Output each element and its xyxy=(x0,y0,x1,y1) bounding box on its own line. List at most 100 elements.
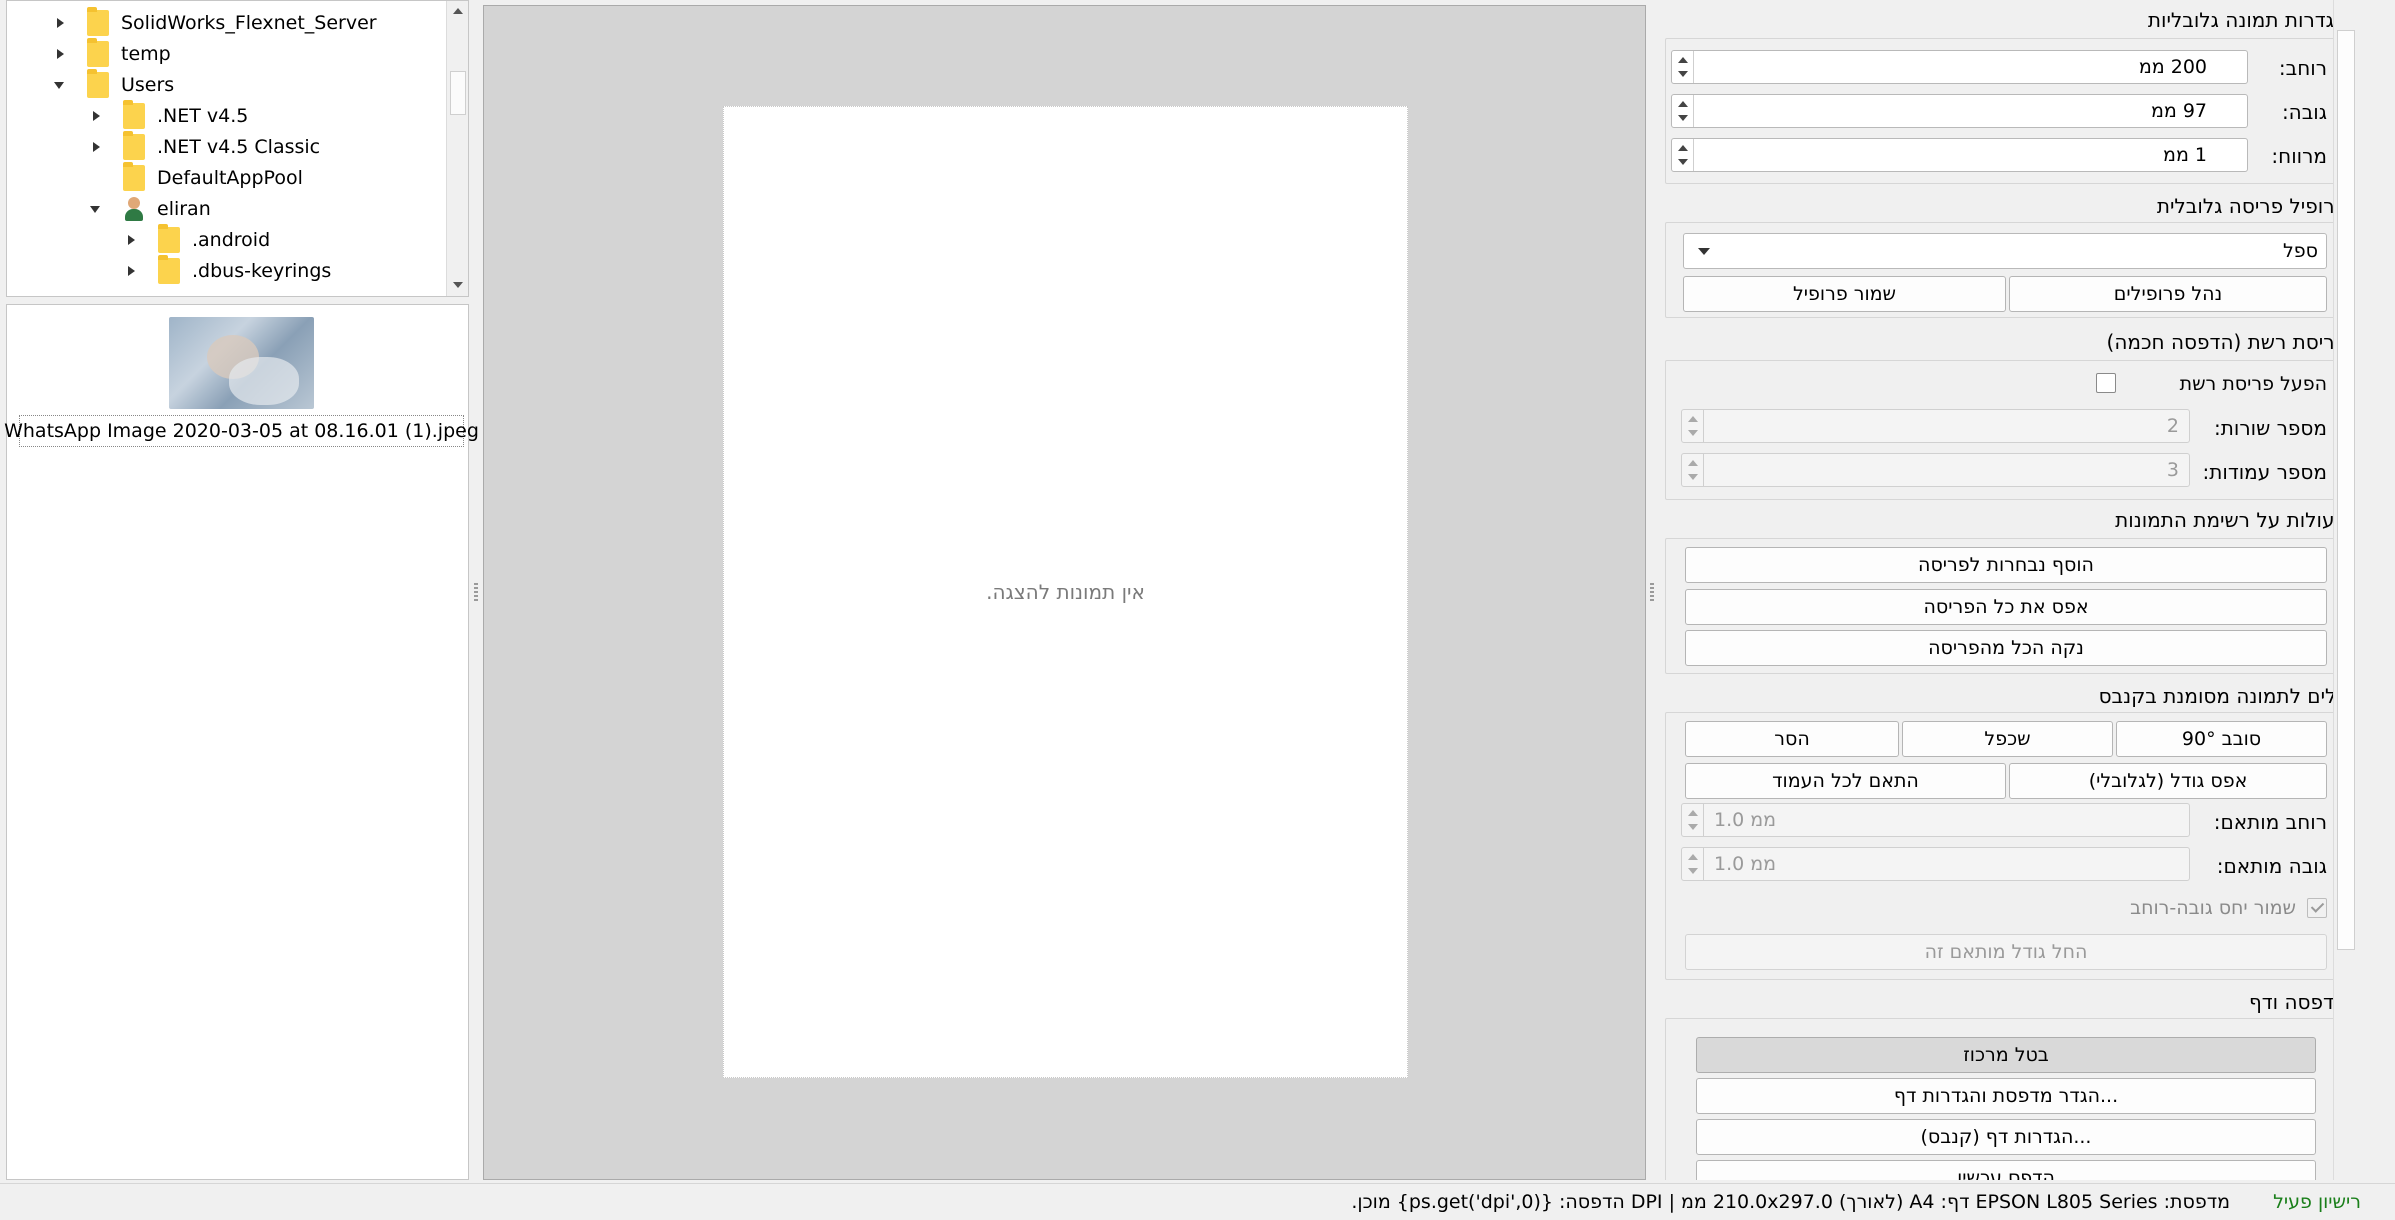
expand-arrow-icon[interactable] xyxy=(89,140,103,154)
cols-spinbox[interactable]: 3 xyxy=(1681,453,2190,487)
layout-canvas[interactable]: אין תמונות להצגה. xyxy=(483,5,1646,1180)
spin-arrows-icon[interactable] xyxy=(1672,51,1694,83)
rows-spinbox[interactable]: 2 xyxy=(1681,409,2190,443)
custom-height-label: גובה מותאם: xyxy=(2216,854,2327,878)
tree-item[interactable]: .NET v4.5 Classic xyxy=(89,130,321,162)
thumbnail-list[interactable]: WhatsApp Image 2020-03-05 at 08.16.01 (1… xyxy=(4,304,479,1180)
scroll-down-icon[interactable] xyxy=(447,274,468,296)
list-actions-title: פעולות על רשימת התמונות xyxy=(2115,508,2347,532)
panel-scrollbar[interactable] xyxy=(2333,0,2357,1180)
user-folder-icon xyxy=(123,196,145,222)
custom-width-value: 1.0 ממ xyxy=(1714,809,1777,831)
global-width-value: 200 ממ xyxy=(2138,56,2207,78)
print-now-button[interactable]: הדפס עכשיו xyxy=(1696,1160,2316,1180)
expand-arrow-icon[interactable] xyxy=(89,109,103,123)
reset-size-button[interactable]: אפס גודל (לגלובלי) xyxy=(2009,763,2327,799)
rotate-button[interactable]: סובב 90° xyxy=(2116,721,2327,757)
spin-arrows-icon[interactable] xyxy=(1672,95,1694,127)
tree-item-label: .NET v4.5 Classic xyxy=(157,135,321,158)
cols-value: 3 xyxy=(2166,459,2179,481)
remove-button[interactable]: הסר xyxy=(1685,721,1899,757)
collapse-arrow-icon[interactable] xyxy=(53,78,67,92)
enable-grid-checkbox[interactable] xyxy=(2096,373,2116,393)
custom-width-spinbox[interactable]: 1.0 ממ xyxy=(1681,803,2190,837)
expand-arrow-icon[interactable] xyxy=(124,233,138,247)
global-height-spinbox[interactable]: 97 ממ xyxy=(1671,94,2248,128)
save-profile-button[interactable]: שמור פרופיל xyxy=(1683,276,2006,312)
license-status: רישיון פעיל xyxy=(2273,1191,2361,1213)
tree-item[interactable]: Users xyxy=(53,68,175,100)
duplicate-button[interactable]: שכפל xyxy=(1902,721,2113,757)
printer-setup-button[interactable]: ...הגדר מדפסת והגדרות דף xyxy=(1696,1078,2316,1114)
image-thumbnail[interactable] xyxy=(169,317,314,409)
tree-item[interactable]: .android xyxy=(124,223,270,255)
reset-layout-button[interactable]: אפס את כל הפריסה xyxy=(1685,589,2327,625)
splitter-grip-icon[interactable] xyxy=(474,583,478,601)
tree-item-label: .dbus-keyrings xyxy=(192,259,332,282)
page-setup-button[interactable]: ...הגדרות דף (קנבס) xyxy=(1696,1119,2316,1155)
tree-item-label: eliran xyxy=(157,197,211,220)
tree-item[interactable]: eliran xyxy=(89,193,211,224)
tree-item[interactable]: .dbus-keyrings xyxy=(124,254,332,286)
cols-label: מספר עמודות: xyxy=(2202,460,2327,484)
status-bar: רישיון פעיל מדפסת: EPSON L805 Series דף:… xyxy=(0,1183,2395,1220)
grid-title: פריסת רשת (הדפסה חכמה) xyxy=(2106,330,2347,354)
global-height-value: 97 ממ xyxy=(2150,100,2207,122)
manage-profiles-button[interactable]: נהל פרופילים xyxy=(2009,276,2327,312)
expand-arrow-icon[interactable] xyxy=(53,16,67,30)
canvas-tools-title: כלים לתמונה מסומנת בקנבס xyxy=(2098,684,2347,708)
folder-tree[interactable]: SolidWorks_Flexnet_Server temp Users .NE… xyxy=(6,0,469,297)
spin-arrows-icon[interactable] xyxy=(1682,454,1704,486)
tree-item[interactable]: SolidWorks_Flexnet_Server xyxy=(53,6,377,38)
settings-panel: הגדרות תמונה גלובליות רוחב: 200 ממ גובה:… xyxy=(1657,0,2357,1180)
tree-item-label: Users xyxy=(121,73,175,96)
rows-label: מספר שורות: xyxy=(2214,416,2327,440)
canvas-tools-group: סובב 90° שכפל הסר אפס גודל (לגלובלי) התא… xyxy=(1665,712,2337,980)
rows-value: 2 xyxy=(2166,415,2179,437)
global-spacing-spinbox[interactable]: 1 ממ xyxy=(1671,138,2248,172)
apply-custom-size-button[interactable]: החל גודל מותאם זה xyxy=(1685,934,2327,970)
profile-select[interactable]: ספל xyxy=(1683,233,2327,269)
spin-arrows-icon[interactable] xyxy=(1682,804,1704,836)
spin-arrows-icon[interactable] xyxy=(1682,848,1704,880)
folder-icon xyxy=(87,37,109,67)
splitter-grip-icon[interactable] xyxy=(1650,583,1654,601)
global-width-spinbox[interactable]: 200 ממ xyxy=(1671,50,2248,84)
folder-icon xyxy=(123,99,145,129)
custom-height-value: 1.0 ממ xyxy=(1714,853,1777,875)
keep-ratio-label: שמור יחס גובה-רוחב xyxy=(2130,897,2296,919)
collapse-arrow-icon[interactable] xyxy=(89,202,103,216)
clear-layout-button[interactable]: נקה הכל מהפריסה xyxy=(1685,630,2327,666)
grid-group: הפעל פריסת רשת מספר שורות: 2 מספר עמודות… xyxy=(1665,360,2337,500)
keep-ratio-checkbox[interactable] xyxy=(2307,898,2327,918)
spin-arrows-icon[interactable] xyxy=(1682,410,1704,442)
tree-item-label: DefaultAppPool xyxy=(157,166,303,189)
custom-width-label: רוחב מותאם: xyxy=(2213,810,2327,834)
uncenter-button[interactable]: בטל מרכוז xyxy=(1696,1037,2316,1073)
tree-item[interactable]: temp xyxy=(53,37,171,69)
global-spacing-value: 1 ממ xyxy=(2163,144,2207,166)
scroll-thumb[interactable] xyxy=(450,71,466,115)
add-selected-button[interactable]: הוסף נבחרות לפריסה xyxy=(1685,547,2327,583)
tree-item[interactable]: DefaultAppPool xyxy=(89,161,303,193)
checkmark-icon xyxy=(2310,899,2325,913)
tree-scrollbar[interactable] xyxy=(446,1,468,296)
scroll-up-icon[interactable] xyxy=(447,1,468,23)
global-size-title: הגדרות תמונה גלובליות xyxy=(2147,8,2347,32)
height-label: גובה: xyxy=(2281,100,2327,124)
list-actions-group: הוסף נבחרות לפריסה אפס את כל הפריסה נקה … xyxy=(1665,538,2337,674)
spin-arrows-icon[interactable] xyxy=(1672,139,1694,171)
expand-arrow-icon[interactable] xyxy=(124,264,138,278)
thumbnail-caption[interactable]: WhatsApp Image 2020-03-05 at 08.16.01 (1… xyxy=(4,415,479,447)
expand-arrow-icon[interactable] xyxy=(53,47,67,61)
profile-title: פרופיל פריסה גלובלית xyxy=(2156,194,2347,218)
scroll-thumb[interactable] xyxy=(2337,30,2355,950)
fit-page-button[interactable]: התאם לכל העמוד xyxy=(1685,763,2006,799)
global-size-group: רוחב: 200 ממ גובה: 97 ממ מרווח: 1 ממ xyxy=(1665,38,2337,184)
folder-icon xyxy=(158,254,180,284)
tree-item-label: SolidWorks_Flexnet_Server xyxy=(121,11,377,34)
page-sheet[interactable]: אין תמונות להצגה. xyxy=(723,106,1408,1078)
width-label: רוחב: xyxy=(2278,56,2327,80)
tree-item[interactable]: .NET v4.5 xyxy=(89,99,248,131)
custom-height-spinbox[interactable]: 1.0 ממ xyxy=(1681,847,2190,881)
